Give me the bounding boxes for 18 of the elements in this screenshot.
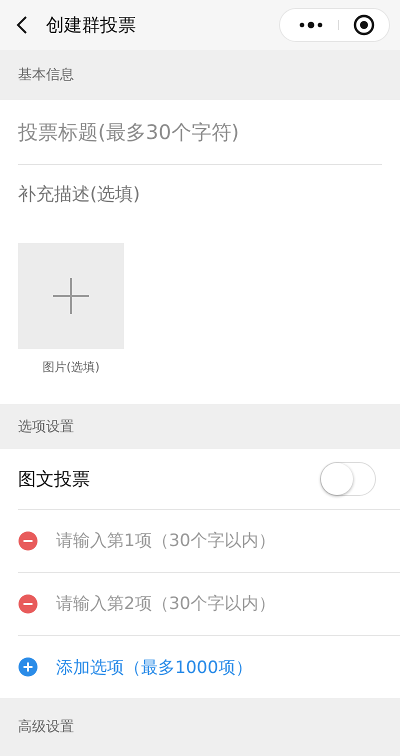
section-header: 高级设置 [18, 718, 74, 736]
remove-icon[interactable] [18, 531, 38, 551]
image-label: 图片(选填) [41, 359, 101, 376]
plus-icon [53, 278, 89, 314]
add-icon[interactable] [18, 657, 38, 677]
title-field[interactable]: 投票标题(最多30个字符) [18, 100, 382, 165]
section-header: 基本信息 [18, 66, 74, 84]
toggle-label: 图文投票 [18, 468, 91, 491]
more-icon[interactable] [298, 20, 339, 30]
page-title: 创建群投票 [46, 14, 137, 37]
toggle-switch[interactable] [320, 462, 376, 496]
section-header: 选项设置 [18, 418, 74, 436]
option-field[interactable]: 请输入第2项（30个字以内） [56, 594, 376, 614]
remove-icon[interactable] [18, 594, 38, 614]
back-icon[interactable] [16, 15, 28, 35]
description-field[interactable]: 补充描述(选填) [18, 165, 382, 223]
add-option-link[interactable]: 添加选项（最多1000项） [56, 656, 252, 678]
option-field[interactable]: 请输入第1项（30个字以内） [56, 531, 376, 551]
